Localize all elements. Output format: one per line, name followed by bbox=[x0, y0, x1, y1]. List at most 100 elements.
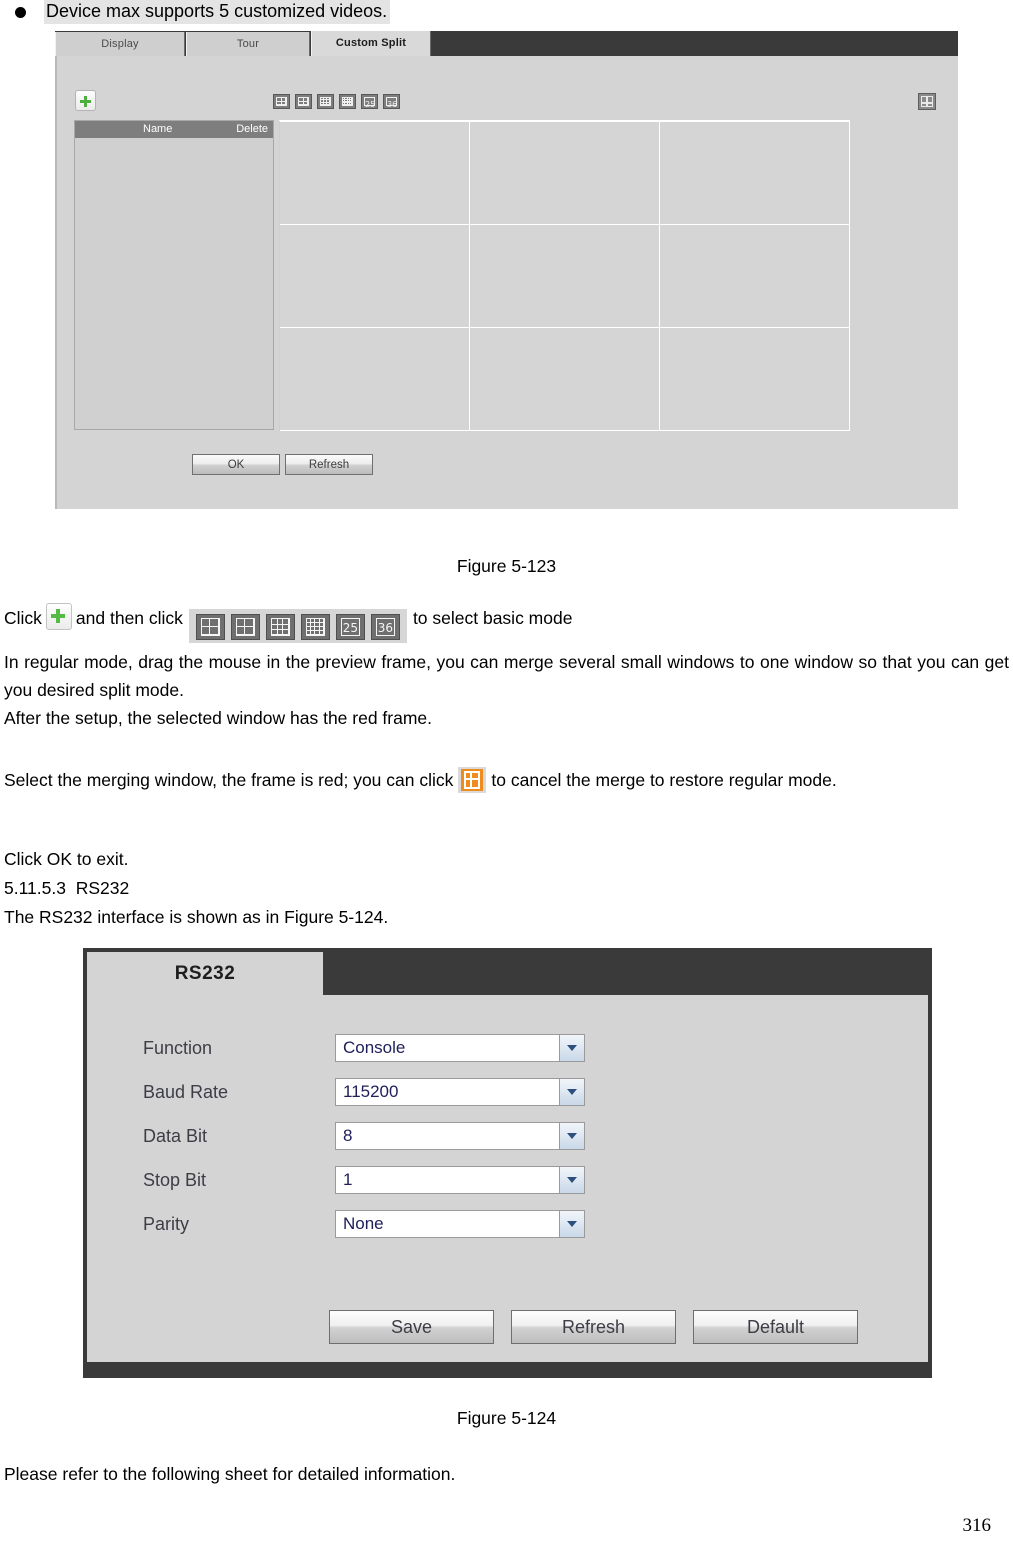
split-mode-toolbar: 25 36 bbox=[273, 94, 400, 109]
section-title: RS232 bbox=[75, 878, 130, 898]
split-9-icon[interactable] bbox=[265, 614, 295, 641]
paragraph-after-setup: After the setup, the selected window has… bbox=[4, 708, 433, 728]
figure-caption-5-124: Figure 5-124 bbox=[456, 1408, 557, 1428]
label-data-bit: Data Bit bbox=[143, 1126, 208, 1146]
split-6-icon[interactable] bbox=[230, 614, 260, 641]
ok-button[interactable]: OK bbox=[192, 454, 280, 475]
tab-display[interactable]: Display bbox=[55, 32, 185, 56]
field-function: Function Console bbox=[143, 1034, 593, 1062]
rs232-intro-line: The RS232 interface is shown as in Figur… bbox=[4, 907, 389, 927]
chevron-down-icon[interactable] bbox=[559, 1167, 584, 1193]
rs232-window-body: RS232 Function Console Baud Rate 115200 … bbox=[87, 952, 928, 1362]
label-function: Function bbox=[143, 1038, 213, 1058]
label-stop-bit: Stop Bit bbox=[143, 1170, 207, 1190]
preview-cell[interactable] bbox=[660, 328, 850, 431]
select-parity-value: None bbox=[343, 1214, 384, 1233]
tab-rs232[interactable]: RS232 bbox=[87, 952, 323, 995]
default-button[interactable]: Default bbox=[693, 1310, 858, 1344]
split-4-icon[interactable] bbox=[195, 614, 225, 641]
preview-cell[interactable] bbox=[660, 122, 850, 225]
custom-split-body: 25 36 Name Delete OK Refresh bbox=[55, 56, 958, 509]
refer-sheet-line: Please refer to the following sheet for … bbox=[4, 1464, 456, 1484]
field-parity: Parity None bbox=[143, 1210, 593, 1238]
merge-cancel-icon[interactable] bbox=[918, 93, 936, 110]
refresh-button[interactable]: Refresh bbox=[285, 454, 373, 475]
select-baud-rate[interactable]: 115200 bbox=[335, 1078, 585, 1106]
click-prefix-text: Click bbox=[4, 608, 42, 628]
label-baud-rate: Baud Rate bbox=[143, 1082, 229, 1102]
split-mode-icon-strip: 25 36 bbox=[188, 609, 407, 644]
tab-custom-split[interactable]: Custom Split bbox=[311, 31, 431, 56]
plus-icon[interactable] bbox=[45, 603, 72, 630]
preview-cell[interactable] bbox=[470, 328, 660, 431]
custom-split-list[interactable]: Name Delete bbox=[74, 120, 274, 430]
split-6-icon[interactable] bbox=[295, 94, 312, 109]
merge-cancel-icon[interactable] bbox=[458, 767, 487, 793]
split-16-icon[interactable] bbox=[339, 94, 356, 109]
merge-cancel-line: Select the merging window, the frame is … bbox=[4, 766, 1013, 794]
preview-cell[interactable] bbox=[470, 225, 660, 328]
custom-split-window: Display Tour Custom Split 25 36 Name Del… bbox=[55, 31, 958, 509]
click-suffix-text: to select basic mode bbox=[412, 608, 573, 628]
preview-cell[interactable] bbox=[280, 122, 470, 225]
merge-prefix-text: Select the merging window, the frame is … bbox=[4, 770, 454, 790]
refresh-button[interactable]: Refresh bbox=[511, 1310, 676, 1344]
add-custom-split-button[interactable] bbox=[75, 90, 96, 111]
field-baud-rate: Baud Rate 115200 bbox=[143, 1078, 593, 1106]
select-parity[interactable]: None bbox=[335, 1210, 585, 1238]
select-data-bit-value: 8 bbox=[343, 1126, 353, 1145]
preview-cell[interactable] bbox=[280, 225, 470, 328]
chevron-down-icon[interactable] bbox=[559, 1211, 584, 1237]
click-basic-mode-line: Click and then click 25 36 to select basi… bbox=[4, 603, 1009, 644]
select-function-value: Console bbox=[343, 1038, 406, 1057]
preview-cell[interactable] bbox=[660, 225, 850, 328]
preview-cell[interactable] bbox=[470, 122, 660, 225]
preview-split-grid[interactable] bbox=[279, 120, 850, 431]
paragraph-regular-mode: In regular mode, drag the mouse in the p… bbox=[4, 652, 1009, 700]
click-middle-text: and then click bbox=[75, 608, 183, 628]
column-header-name: Name bbox=[143, 123, 173, 135]
split-36-icon[interactable]: 36 bbox=[370, 614, 400, 641]
chevron-down-icon[interactable] bbox=[559, 1123, 584, 1149]
split-9-icon[interactable] bbox=[317, 94, 334, 109]
click-ok-to-exit-line: Click OK to exit. bbox=[4, 849, 129, 869]
column-header-delete: Delete bbox=[236, 123, 268, 135]
note-text: Device max supports 5 customized videos. bbox=[44, 0, 391, 24]
select-data-bit[interactable]: 8 bbox=[335, 1122, 585, 1150]
tab-tour[interactable]: Tour bbox=[186, 32, 310, 56]
split-25-icon[interactable]: 25 bbox=[335, 614, 365, 641]
preview-cell[interactable] bbox=[280, 328, 470, 431]
custom-split-tabstrip: Display Tour Custom Split bbox=[55, 31, 958, 56]
bullet-dot-icon bbox=[15, 7, 26, 18]
select-stop-bit[interactable]: 1 bbox=[335, 1166, 585, 1194]
select-baud-rate-value: 115200 bbox=[343, 1082, 399, 1101]
split-36-label: 36 bbox=[375, 618, 395, 637]
split-36-icon[interactable]: 36 bbox=[383, 94, 400, 109]
rs232-tabstrip: RS232 bbox=[87, 952, 928, 995]
merge-cancel-glyph bbox=[921, 96, 933, 107]
split-25-icon[interactable]: 25 bbox=[361, 94, 378, 109]
merge-suffix-text: to cancel the merge to restore regular m… bbox=[491, 770, 837, 790]
field-data-bit: Data Bit 8 bbox=[143, 1122, 593, 1150]
split-4-icon[interactable] bbox=[273, 94, 290, 109]
select-stop-bit-value: 1 bbox=[343, 1170, 353, 1189]
section-number: 5.11.5.3 bbox=[4, 878, 66, 898]
save-button[interactable]: Save bbox=[329, 1310, 494, 1344]
figure-caption-5-123: Figure 5-123 bbox=[456, 556, 557, 576]
merge-cancel-bar bbox=[464, 778, 481, 780]
page-number: 316 bbox=[962, 1515, 992, 1536]
section-heading: 5.11.5.3 RS232 bbox=[4, 874, 129, 902]
note-bullet-row: Device max supports 5 customized videos. bbox=[0, 0, 1013, 26]
rs232-window-footer-bar bbox=[83, 1362, 932, 1378]
split-25-label: 25 bbox=[364, 97, 375, 109]
split-16-icon[interactable] bbox=[300, 614, 330, 641]
label-parity: Parity bbox=[143, 1214, 190, 1234]
merge-cancel-glyph bbox=[461, 769, 484, 791]
chevron-down-icon[interactable] bbox=[559, 1035, 584, 1061]
split-36-label: 36 bbox=[386, 97, 397, 109]
split-25-label: 25 bbox=[340, 618, 360, 637]
custom-split-list-header: Name Delete bbox=[75, 121, 273, 138]
chevron-down-icon[interactable] bbox=[559, 1079, 584, 1105]
field-stop-bit: Stop Bit 1 bbox=[143, 1166, 593, 1194]
select-function[interactable]: Console bbox=[335, 1034, 585, 1062]
